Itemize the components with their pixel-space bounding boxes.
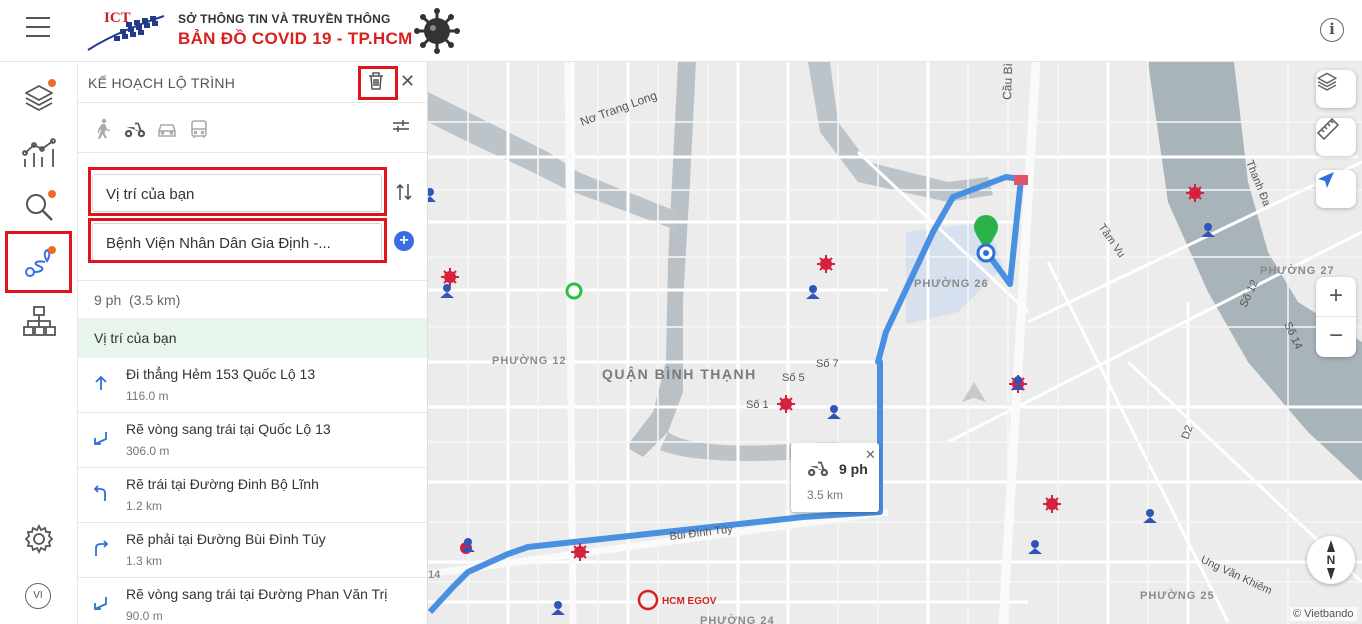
step-instruction: Rẽ phải tại Đường Bùi Đình Túy (126, 531, 326, 547)
ward-label: PHƯỜNG 12 (492, 354, 567, 367)
step-distance: 116.0 m (126, 389, 169, 403)
turn-left-icon (93, 485, 106, 501)
route-panel: KẾ HOẠCH LỘ TRÌNH ✕ Vị trí của bạn Bệnh … (78, 62, 428, 624)
layers-icon (1317, 72, 1337, 91)
network-icon (23, 306, 56, 336)
sidebar-item-settings[interactable] (12, 512, 66, 566)
page-title: BẢN ĐỒ COVID 19 - TP.HCM (178, 29, 413, 48)
travel-modes (92, 114, 210, 144)
zoom-in-button[interactable]: + (1316, 277, 1356, 317)
measure-button[interactable] (1316, 118, 1356, 156)
bus-icon[interactable] (188, 118, 210, 140)
virus-icon (414, 8, 460, 54)
step-instruction: Rẽ vòng sang trái tại Quốc Lộ 13 (126, 421, 331, 437)
zoom-out-button[interactable]: − (1316, 317, 1356, 357)
motorbike-icon[interactable] (124, 118, 146, 140)
street-label: Số 5 (782, 372, 805, 384)
chart-icon (22, 138, 56, 167)
summary-time: 9 ph (94, 292, 122, 308)
street-label: Số 1 (746, 399, 769, 411)
notification-dot (48, 190, 56, 198)
swap-icon (396, 183, 412, 201)
notification-dot (48, 79, 56, 87)
motorbike-icon (808, 461, 828, 477)
route-step[interactable]: Rẽ vòng sang trái tại Đường Phan Văn Trị… (78, 578, 427, 624)
step-distance: 90.0 m (126, 609, 163, 623)
sidebar-item-statistics[interactable] (12, 126, 66, 180)
compass-icon: N (1327, 540, 1336, 580)
route-end-marker[interactable] (1014, 175, 1028, 185)
route-step[interactable]: Rẽ trái tại Đường Đinh Bộ Lĩnh 1.2 km (78, 468, 427, 523)
start-location[interactable]: Vị trí của bạn (78, 318, 427, 358)
street-label: Số 7 (816, 358, 839, 370)
compass-north-label: N (1327, 553, 1336, 567)
ict-logo: ICT (86, 8, 168, 52)
ward-label: PHƯỜNG 27 (1260, 264, 1335, 277)
route-step[interactable]: Đi thẳng Hẻm 153 Quốc Lộ 13 116.0 m (78, 358, 427, 413)
info-button[interactable]: i (1320, 18, 1344, 42)
route-step[interactable]: Rẽ vòng sang trái tại Quốc Lộ 13 306.0 m (78, 413, 427, 468)
step-instruction: Đi thẳng Hẻm 153 Quốc Lộ 13 (126, 366, 316, 382)
sharp-left-icon (94, 597, 107, 610)
step-distance: 1.2 km (126, 499, 163, 513)
trash-button[interactable] (367, 71, 385, 91)
map-canvas[interactable]: Nơ Trang Long Cầu Bì Tầm Vu Thanh Đa PHƯ… (428, 62, 1362, 624)
street-label: Cầu Bì (1000, 63, 1015, 100)
start-marker[interactable] (565, 282, 583, 300)
app-header: ICT SỞ THÔNG TIN VÀ TRUYỀN THÔNG BẢN ĐỒ … (0, 0, 1362, 62)
ward-label: PHƯỜNG 25 (1140, 589, 1215, 602)
step-distance: 306.0 m (126, 444, 170, 458)
walk-icon[interactable] (92, 118, 114, 140)
add-destination-button[interactable]: + (394, 231, 414, 251)
route-popup[interactable]: 9 ph 3.5 km ✕ (791, 443, 879, 512)
sidebar-item-layers[interactable] (12, 70, 66, 124)
sharp-left-icon (94, 432, 107, 445)
route-step[interactable]: Rẽ phải tại Đường Bùi Đình Túy 1.3 km (78, 523, 427, 578)
swap-button[interactable] (396, 182, 412, 207)
ward-label: PHƯỜNG 26 (914, 277, 989, 290)
sidebar-item-route[interactable] (12, 236, 66, 290)
map-layers-button[interactable] (1316, 70, 1356, 108)
navigation-icon (1318, 172, 1334, 188)
header-subtitle: SỞ THÔNG TIN VÀ TRUYỀN THÔNG (178, 12, 391, 26)
close-icon[interactable]: ✕ (400, 71, 415, 91)
panel-title: KẾ HOẠCH LỘ TRÌNH (88, 75, 236, 91)
gear-icon (24, 524, 54, 554)
zoom-control: + − (1316, 277, 1356, 357)
locate-button[interactable] (1316, 170, 1356, 208)
route-summary: 9 ph (3.5 km) (94, 292, 180, 308)
ward-label: PHƯỜNG 24 (700, 614, 775, 624)
popup-time: 9 ph (839, 461, 868, 477)
sliders-icon (393, 120, 409, 132)
summary-distance: (3.5 km) (129, 292, 181, 308)
close-icon[interactable]: ✕ (865, 447, 876, 463)
attribution: © Vietbando (1290, 607, 1357, 621)
origin-input[interactable]: Vị trí của bạn (92, 174, 382, 212)
popup-distance: 3.5 km (807, 488, 844, 502)
car-icon[interactable] (156, 118, 178, 140)
district-label: QUẬN BÌNH THẠNH (602, 365, 757, 382)
turn-right-icon (95, 540, 109, 556)
language-button[interactable]: VI (25, 583, 51, 609)
sidebar-item-search[interactable] (12, 180, 66, 234)
sidebar-item-network[interactable] (12, 294, 66, 348)
arrow-up-icon (95, 375, 107, 390)
icon-sidebar: VI (0, 62, 78, 624)
menu-icon[interactable] (26, 17, 50, 37)
ruler-icon (1316, 118, 1340, 140)
step-distance: 1.3 km (126, 554, 163, 568)
step-instruction: Rẽ vòng sang trái tại Đường Phan Văn Trị (126, 586, 388, 602)
destination-input[interactable]: Bệnh Viện Nhân Dân Gia Định -... (92, 223, 382, 261)
options-button[interactable] (391, 117, 411, 140)
trash-icon (369, 72, 383, 90)
step-instruction: Rẽ trái tại Đường Đinh Bộ Lĩnh (126, 476, 319, 492)
ward-label: 14 (428, 569, 441, 581)
compass-button[interactable]: N (1307, 536, 1355, 584)
notification-dot (48, 246, 56, 254)
egov-label: HCM EGOV (662, 596, 717, 607)
map-view[interactable]: Nơ Trang Long Cầu Bì Tầm Vu Thanh Đa PHƯ… (428, 62, 1362, 624)
